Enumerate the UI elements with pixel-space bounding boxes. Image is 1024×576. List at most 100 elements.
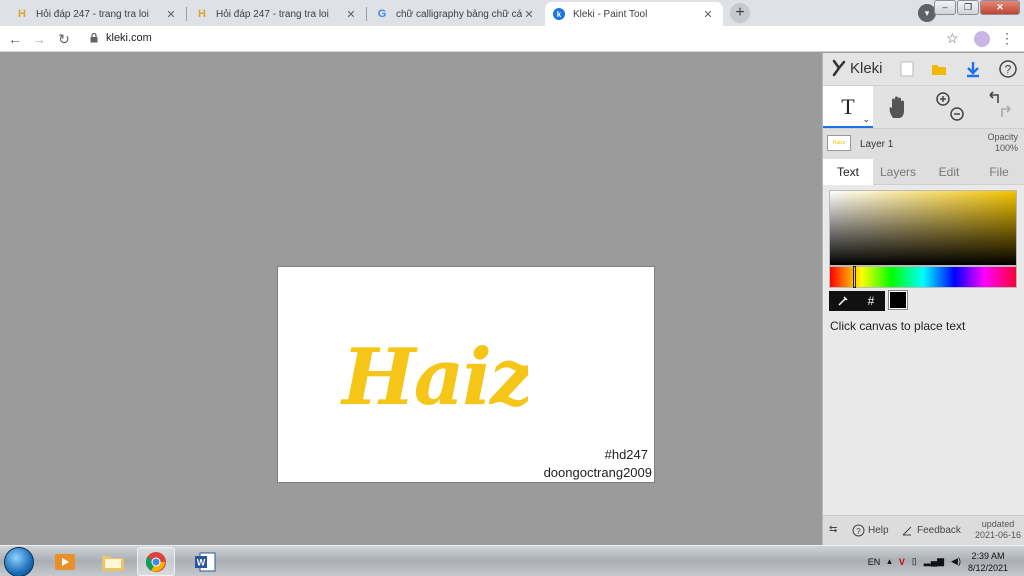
chrome-icon[interactable]	[137, 547, 175, 576]
layer-thumbnail: Haizz	[827, 135, 851, 151]
minimize-icon[interactable]: –	[934, 0, 956, 15]
browser-tab[interactable]: G chữ calligraphy bảng chữ cái - G ✕	[368, 2, 544, 26]
svg-text:W: W	[197, 557, 206, 567]
antivirus-icon[interactable]: V	[899, 557, 905, 567]
back-icon[interactable]: ←	[6, 30, 24, 48]
clock-date: 8/12/2021	[967, 562, 1008, 573]
volume-icon[interactable]: ◀)	[951, 556, 961, 567]
browser-tab-strip: H Hỏi đáp 247 - trang tra loi ✕ H Hỏi đá…	[0, 0, 1024, 26]
panel-footer: ⇆ ? Help Feedback updated 2021-06-16	[823, 515, 1024, 545]
tab-text[interactable]: Text	[823, 159, 873, 185]
opacity-label: Opacity	[987, 132, 1018, 142]
h-icon: H	[198, 8, 206, 20]
download-icon[interactable]	[963, 59, 983, 79]
tab-close-icon[interactable]: ✕	[344, 8, 358, 21]
tab-title: Hỏi đáp 247 - trang tra loi	[36, 8, 149, 20]
panel-header: Kleki ?	[823, 53, 1024, 85]
browser-tab[interactable]: H Hỏi đáp 247 - trang tra loi ✕	[188, 2, 366, 26]
extension-icon[interactable]	[974, 31, 990, 47]
text-tool-hint: Click canvas to place text	[830, 319, 966, 333]
canvas-workspace[interactable]: Haizz #hd247 doongoctrang2009	[0, 53, 822, 545]
new-image-icon[interactable]	[897, 59, 917, 79]
hex-input-button[interactable]: #	[857, 291, 885, 311]
reload-icon[interactable]: ↻	[55, 30, 73, 48]
bookmark-star-icon[interactable]: ☆	[946, 30, 959, 47]
updated-date: 2021-06-16	[974, 530, 1021, 540]
help-circle-icon[interactable]: ?	[998, 59, 1018, 79]
text-tool-button[interactable]: T ⌄	[823, 86, 873, 128]
tab-title: chữ calligraphy bảng chữ cái - G	[396, 8, 522, 20]
kleki-side-panel: Kleki ? T ⌄ Haizz Layer 1 Opacity 100% T…	[822, 53, 1024, 545]
selected-color-swatch[interactable]	[888, 290, 908, 310]
canvas-caption-hashtag: #hd247	[604, 447, 648, 462]
language-indicator[interactable]: EN	[868, 557, 881, 567]
file-explorer-icon[interactable]	[94, 547, 132, 576]
haizz-art-text: Haizz	[340, 332, 528, 423]
browser-toolbar: ← → ↻ kleki.com ☆ ⋮	[0, 26, 1024, 52]
feedback-icon	[902, 526, 912, 536]
tab-separator	[186, 7, 187, 21]
kleki-logo: Kleki	[831, 59, 883, 77]
tab-title: Hỏi đáp 247 - trang tra loi	[216, 8, 329, 20]
eyedropper-icon[interactable]	[829, 291, 857, 311]
tab-close-icon[interactable]: ✕	[701, 8, 715, 21]
haizz-artwork: Haizz	[340, 332, 528, 423]
word-icon[interactable]: W	[186, 547, 224, 576]
restore-icon[interactable]: ❐	[957, 0, 979, 15]
network-icon[interactable]: ▂▄▆	[924, 556, 944, 567]
taskbar-clock[interactable]: 2:39 AM 8/12/2021	[968, 550, 1008, 574]
tab-close-icon[interactable]: ✕	[164, 8, 178, 21]
browser-menu-icon[interactable]: ⋮	[1000, 30, 1014, 47]
tab-edit[interactable]: Edit	[924, 159, 974, 185]
system-tray: EN ▴ V ▯ ▂▄▆ ◀) 2:39 AM 8/12/2021	[868, 546, 1024, 576]
tab-close-icon[interactable]: ✕	[522, 8, 536, 21]
help-link[interactable]: ? Help	[852, 524, 889, 537]
address-bar[interactable]: kleki.com	[106, 32, 152, 44]
forward-icon[interactable]: →	[30, 30, 48, 48]
zoom-in-zoom-out-icon[interactable]	[930, 89, 970, 125]
swap-sides-icon[interactable]: ⇆	[829, 524, 837, 535]
undo-redo-tools	[975, 86, 1024, 128]
color-picker-buttons: #	[829, 291, 885, 311]
help-icon: ?	[852, 524, 865, 537]
browser-tab-active[interactable]: k Kleki - Paint Tool ✕	[545, 2, 723, 26]
window-close-icon[interactable]: ✕	[980, 0, 1020, 15]
updated-info: updated 2021-06-16	[975, 519, 1021, 541]
hand-icon	[889, 96, 904, 118]
start-button-icon[interactable]	[4, 547, 34, 576]
undo-redo-icon[interactable]	[980, 89, 1020, 125]
feedback-link[interactable]: Feedback	[901, 524, 961, 537]
media-player-icon[interactable]	[46, 547, 84, 576]
drawing-canvas[interactable]: Haizz #hd247 doongoctrang2009	[277, 266, 655, 483]
window-controls: – ❐ ✕	[934, 0, 1020, 15]
current-layer-row[interactable]: Haizz Layer 1 Opacity 100%	[823, 129, 1024, 159]
new-tab-button[interactable]: +	[730, 3, 750, 23]
power-icon[interactable]: ▯	[912, 556, 917, 567]
hand-tool-button[interactable]	[873, 86, 923, 128]
text-tool-icon: T	[841, 94, 855, 119]
tab-layers[interactable]: Layers	[873, 159, 923, 185]
tab-file[interactable]: File	[974, 159, 1024, 185]
clock-time: 2:39 AM	[971, 550, 1005, 561]
chevron-down-icon[interactable]: ⌄	[862, 114, 870, 125]
layer-name: Layer 1	[860, 139, 894, 150]
hue-slider[interactable]	[829, 266, 1017, 288]
kleki-logo-icon	[832, 59, 846, 77]
open-folder-icon[interactable]	[929, 59, 949, 79]
canvas-caption-author: doongoctrang2009	[543, 465, 652, 480]
windows-taskbar: W EN ▴ V ▯ ▂▄▆ ◀) 2:39 AM 8/12/2021	[0, 545, 1024, 576]
layer-opacity: Opacity 100%	[987, 132, 1018, 154]
browser-tab[interactable]: H Hỏi đáp 247 - trang tra loi ✕	[8, 2, 186, 26]
svg-text:?: ?	[1005, 63, 1012, 77]
color-saturation-value-picker[interactable]	[829, 190, 1017, 266]
tools-row: T ⌄	[823, 85, 1024, 129]
lock-icon	[90, 33, 98, 43]
tray-expand-icon[interactable]: ▴	[887, 556, 892, 567]
hue-slider-handle[interactable]	[853, 266, 856, 288]
zoom-tools	[925, 86, 975, 128]
kleki-icon: k	[553, 8, 565, 20]
h-icon: H	[18, 8, 26, 20]
svg-text:?: ?	[856, 527, 861, 536]
feedback-label: Feedback	[917, 525, 961, 536]
panel-tabs: Text Layers Edit File	[823, 159, 1024, 185]
